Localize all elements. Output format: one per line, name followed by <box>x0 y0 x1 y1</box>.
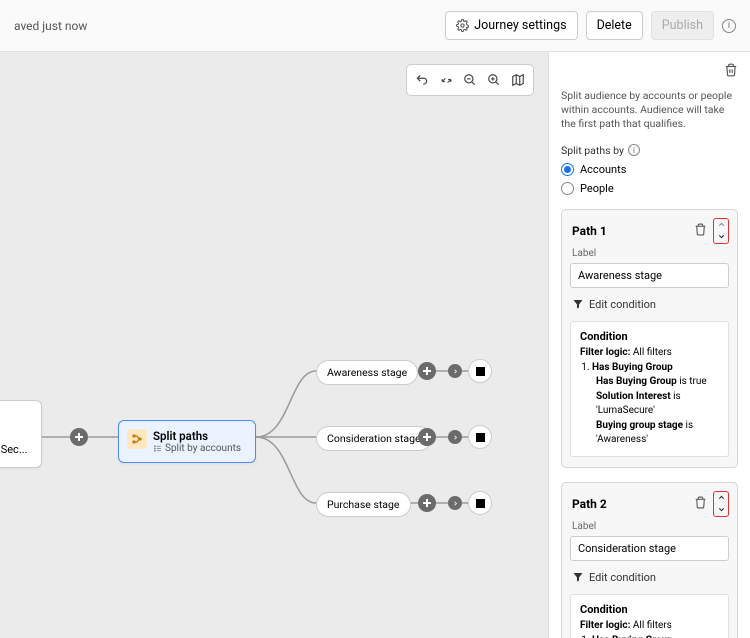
split-by-label: Split paths by i <box>561 144 738 157</box>
reorder-buttons <box>713 218 729 244</box>
topbar: aved just now Journey settings Delete Pu… <box>0 0 750 52</box>
info-icon[interactable]: i <box>722 19 736 33</box>
delete-node-button[interactable] <box>724 62 738 81</box>
path1-title: Path 1 <box>572 224 607 238</box>
delete-path-button[interactable] <box>694 221 707 240</box>
end-node[interactable] <box>468 425 492 449</box>
path-card-2: Path 2 Label Edit condition Condition Fi… <box>561 482 738 638</box>
path2-label-input[interactable] <box>570 536 729 561</box>
branch-awareness[interactable]: Awareness stage <box>316 360 418 385</box>
card-line1: ing <box>0 409 33 426</box>
expand-icon[interactable] <box>448 364 462 378</box>
edit-condition-button[interactable]: Edit condition <box>562 571 737 594</box>
split-paths-node[interactable]: Split paths Split by accounts <box>118 420 256 463</box>
split-icon <box>127 429 147 449</box>
end-node[interactable] <box>468 359 492 383</box>
move-down-button[interactable] <box>714 231 728 243</box>
split-title: Split paths <box>153 429 241 443</box>
canvas-toolbar <box>406 64 534 96</box>
condition-summary: Condition Filter logic: All filters Has … <box>570 321 729 457</box>
move-up-button[interactable] <box>714 492 728 504</box>
path1-label-input[interactable] <box>570 263 729 288</box>
radio-icon <box>561 182 574 195</box>
expand-icon[interactable] <box>448 430 462 444</box>
path2-title: Path 2 <box>572 497 607 511</box>
saved-indicator: aved just now <box>14 19 87 33</box>
zoom-in-button[interactable] <box>483 69 505 91</box>
split-subtitle: Split by accounts <box>153 443 241 454</box>
label-field-label: Label <box>562 521 737 536</box>
gear-icon <box>456 19 469 32</box>
condition-summary: Condition Filter logic: All filters Has … <box>570 594 729 638</box>
canvas[interactable]: ing ent umaSec... Split paths Split by a… <box>0 52 548 638</box>
card-line2: ent <box>0 426 33 443</box>
topbar-actions: Journey settings Delete Publish i <box>445 11 736 40</box>
radio-people[interactable]: People <box>561 182 738 195</box>
radio-accounts[interactable]: Accounts <box>561 163 738 176</box>
filter-icon <box>572 298 584 310</box>
add-node-button[interactable] <box>418 494 436 512</box>
reorder-buttons <box>713 491 729 517</box>
previous-node-card[interactable]: ing ent umaSec... <box>0 400 42 468</box>
properties-panel: Split audience by accounts or people wit… <box>548 52 750 638</box>
zoom-out-button[interactable] <box>459 69 481 91</box>
undo-button[interactable] <box>411 69 433 91</box>
path-card-1: Path 1 Label Edit condition Condition Fi… <box>561 209 738 468</box>
branch-consideration[interactable]: Consideration stage <box>316 426 432 451</box>
filter-icon <box>572 571 584 583</box>
expand-icon[interactable] <box>448 496 462 510</box>
move-up-button[interactable] <box>714 219 728 231</box>
minimap-button[interactable] <box>507 69 529 91</box>
journey-settings-label: Journey settings <box>474 18 566 33</box>
label-field-label: Label <box>562 248 737 263</box>
branch-purchase[interactable]: Purchase stage <box>316 492 411 517</box>
delete-path-button[interactable] <box>694 494 707 513</box>
add-node-button[interactable] <box>418 362 436 380</box>
edit-condition-button[interactable]: Edit condition <box>562 298 737 321</box>
info-icon[interactable]: i <box>628 144 640 156</box>
card-line3: umaSec... <box>0 442 33 459</box>
radio-icon <box>561 163 574 176</box>
add-node-button[interactable] <box>418 428 436 446</box>
end-node[interactable] <box>468 491 492 515</box>
panel-description: Split audience by accounts or people wit… <box>561 89 738 132</box>
journey-settings-button[interactable]: Journey settings <box>445 11 577 40</box>
delete-button[interactable]: Delete <box>586 11 643 40</box>
add-node-button[interactable] <box>70 428 88 446</box>
move-down-button[interactable] <box>714 504 728 516</box>
publish-button: Publish <box>651 11 714 40</box>
collapse-button[interactable] <box>435 69 457 91</box>
